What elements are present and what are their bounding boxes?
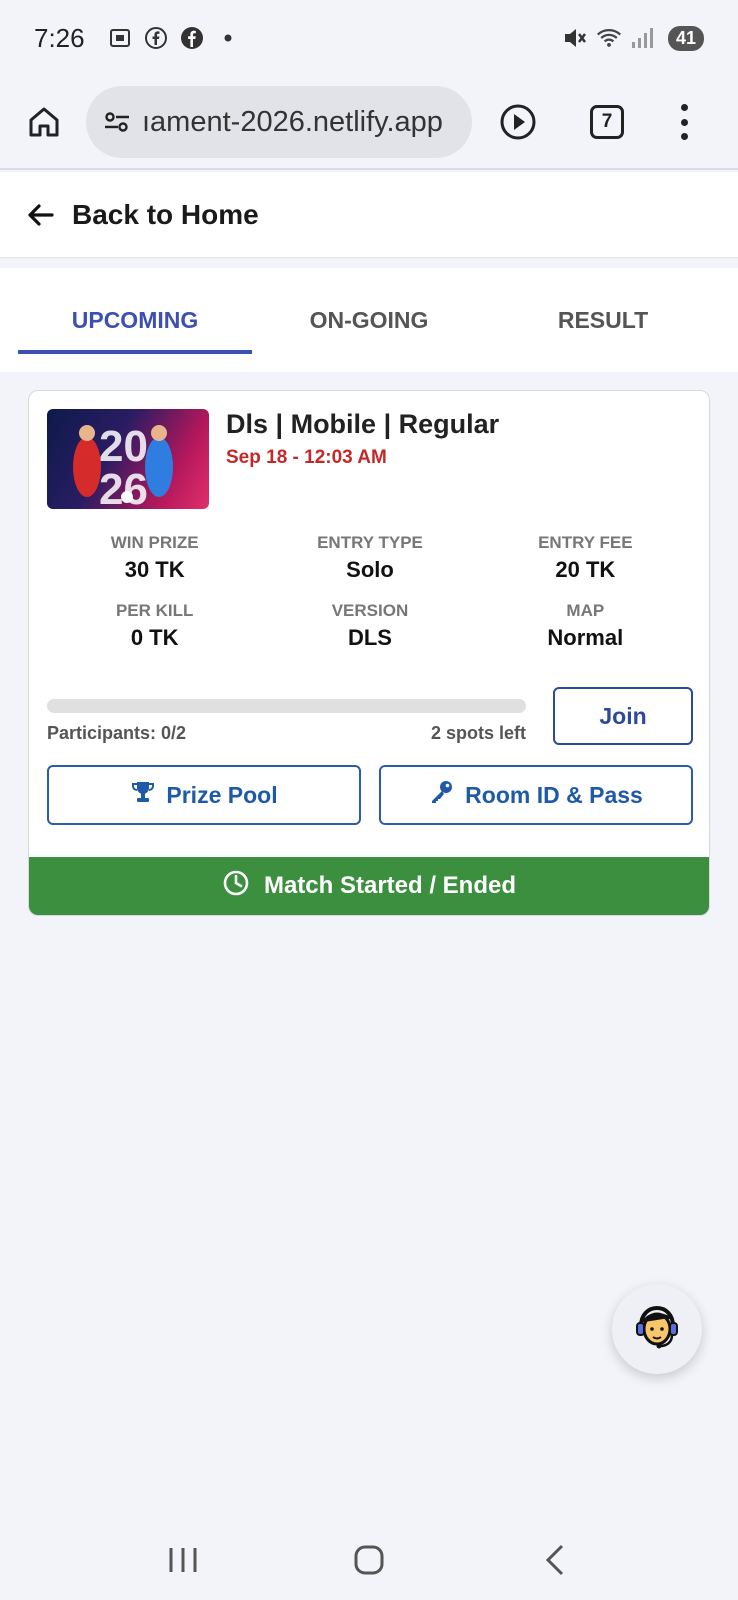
address-bar[interactable]: ıament-2026.netlify.app [86, 86, 472, 158]
browser-toolbar: ıament-2026.netlify.app 7 [0, 76, 738, 170]
stat-version: VERSION DLS [262, 601, 477, 651]
match-tabs: UPCOMING ON-GOING RESULT [0, 268, 738, 372]
site-settings-icon[interactable] [102, 107, 132, 137]
facebook-icon [179, 25, 205, 51]
status-icons-right: 41 [562, 25, 704, 51]
clock-icon [222, 869, 250, 904]
stat-label: VERSION [331, 601, 409, 620]
svg-text:20: 20 [99, 422, 148, 471]
tab-switcher-button[interactable]: 7 [590, 105, 624, 139]
play-icon[interactable] [498, 102, 538, 142]
arrow-left-icon [26, 200, 56, 230]
system-navigation-bar [0, 1520, 738, 1600]
screenshot-icon [107, 25, 133, 51]
support-chat-button[interactable] [612, 1284, 702, 1374]
match-status-label: Match Started / Ended [263, 872, 517, 899]
spots-left: 2 spots left [430, 723, 526, 743]
facebook-icon [143, 25, 169, 51]
prize-pool-label: Prize Pool [166, 781, 278, 808]
match-stats: WIN PRIZE 30 TK ENTRY TYPE Solo ENTRY FE… [47, 533, 693, 651]
more-menu-icon[interactable] [672, 104, 696, 140]
back-to-home-link[interactable]: Back to Home [0, 172, 738, 258]
match-thumbnail: 20 26 [47, 409, 209, 509]
stat-value: 30 TK [124, 557, 185, 582]
stat-entry-type: ENTRY TYPE Solo [262, 533, 477, 583]
stat-label: ENTRY TYPE [317, 533, 423, 552]
stat-label: ENTRY FEE [538, 533, 633, 552]
prize-pool-button[interactable]: Prize Pool [47, 765, 361, 825]
room-id-pass-label: Room ID & Pass [465, 781, 643, 808]
stat-value: 20 TK [555, 557, 616, 582]
stat-win-prize: WIN PRIZE 30 TK [47, 533, 262, 583]
home-icon[interactable] [22, 100, 66, 144]
match-card: 20 26 Dls | Mobile | Regular Sep 18 - 12… [28, 390, 710, 916]
signal-icon [630, 25, 656, 51]
recent-apps-icon[interactable] [153, 1535, 213, 1585]
participants-count: Participants: 0/2 [47, 723, 187, 743]
battery-indicator: 41 [667, 25, 704, 51]
tab-result[interactable]: RESULT [486, 268, 720, 372]
svg-text:26: 26 [99, 465, 148, 509]
stat-label: MAP [566, 601, 605, 620]
dot-icon [215, 25, 241, 51]
stat-value: DLS [347, 625, 392, 650]
status-icons-left [107, 25, 241, 51]
back-nav-icon[interactable] [525, 1535, 585, 1585]
url-text: ıament-2026.netlify.app [142, 105, 443, 138]
tab-upcoming[interactable]: UPCOMING [18, 268, 252, 372]
status-bar: 7:26 41 [0, 0, 738, 76]
join-button[interactable]: Join [553, 687, 693, 745]
trophy-icon [130, 779, 156, 811]
stat-value: 0 TK [130, 625, 179, 650]
home-nav-icon[interactable] [339, 1535, 399, 1585]
stat-per-kill: PER KILL 0 TK [47, 601, 262, 651]
back-label: Back to Home [72, 198, 259, 230]
stat-label: WIN PRIZE [110, 533, 199, 552]
match-datetime: Sep 18 - 12:03 AM [226, 447, 387, 468]
mute-icon [562, 25, 588, 51]
stat-entry-fee: ENTRY FEE 20 TK [478, 533, 693, 583]
key-icon [429, 779, 455, 811]
match-status-bar: Match Started / Ended [29, 857, 709, 915]
match-title: Dls | Mobile | Regular [226, 409, 500, 439]
stat-label: PER KILL [115, 601, 194, 620]
status-time: 7:26 [34, 22, 85, 53]
participants-progress-bar [47, 699, 526, 713]
support-agent-icon [628, 1298, 686, 1361]
stat-value: Normal [547, 625, 624, 650]
stat-value: Solo [346, 557, 394, 582]
room-id-pass-button[interactable]: Room ID & Pass [379, 765, 693, 825]
stat-map: MAP Normal [478, 601, 693, 651]
wifi-icon [596, 25, 622, 51]
tab-ongoing[interactable]: ON-GOING [252, 268, 486, 372]
